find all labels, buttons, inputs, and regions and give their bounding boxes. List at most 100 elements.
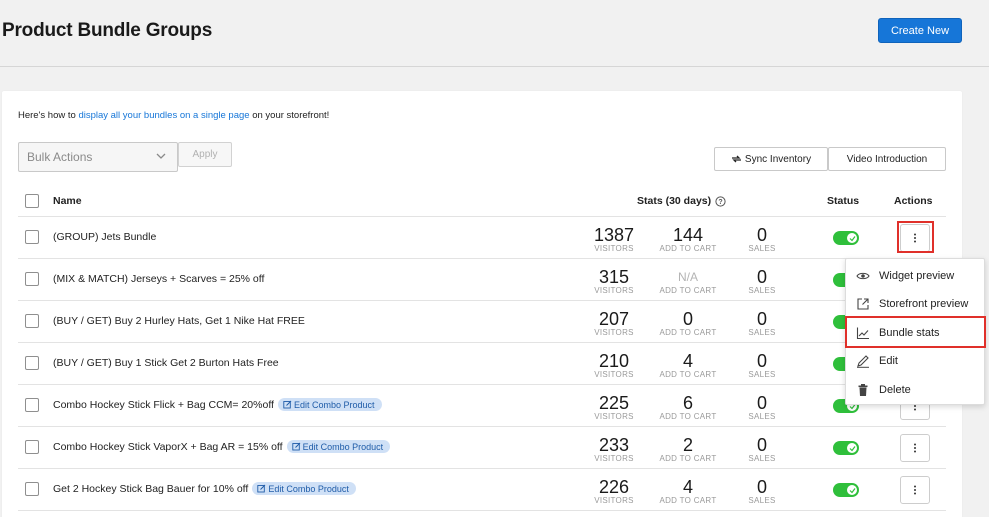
bulk-actions-value: Bulk Actions (27, 150, 93, 164)
menu-item-widget-preview[interactable]: Widget preview (846, 263, 986, 289)
row-checkbox[interactable] (25, 440, 39, 454)
row-checkbox[interactable] (25, 398, 39, 412)
check-icon (849, 445, 855, 451)
column-header-status: Status (827, 195, 860, 207)
row-name[interactable]: (MIX & MATCH) Jerseys + Scarves = 25% of… (53, 273, 264, 285)
add-to-cart-label: ADD TO CART (659, 370, 717, 379)
row-divider (18, 426, 946, 427)
row-checkbox[interactable] (25, 230, 39, 244)
row-divider (18, 342, 946, 343)
intro-after: on your storefront! (249, 110, 330, 121)
menu-item-storefront-preview[interactable]: Storefront preview (846, 291, 986, 317)
sales-label: SALES (748, 286, 776, 295)
visitors-label: VISITORS (594, 328, 634, 337)
bundles-card: Here's how to display all your bundles o… (2, 91, 962, 517)
row-name[interactable]: Get 2 Hockey Stick Bag Bauer for 10% off… (53, 482, 356, 495)
edit-combo-product-badge[interactable]: Edit Combo Product (252, 482, 356, 495)
stat-visitors: 210 VISITORS (592, 352, 636, 379)
sync-inventory-button[interactable]: Sync Inventory (714, 147, 828, 171)
apply-button[interactable]: Apply (178, 142, 232, 167)
stat-visitors: 1387 VISITORS (592, 226, 636, 253)
status-toggle[interactable] (833, 441, 859, 455)
menu-item-delete[interactable]: Delete (846, 377, 986, 403)
sales-label: SALES (748, 370, 776, 379)
add-to-cart-value: 4 (682, 351, 693, 371)
stat-add-to-cart: 144 ADD TO CART (654, 226, 722, 253)
status-toggle[interactable] (833, 231, 859, 245)
check-icon (849, 235, 855, 241)
row-checkbox[interactable] (25, 272, 39, 286)
sales-label: SALES (748, 454, 776, 463)
select-all-checkbox[interactable] (25, 194, 39, 208)
stat-add-to-cart: 6 ADD TO CART (654, 394, 722, 421)
header-divider (0, 66, 989, 67)
edit-square-icon (257, 484, 266, 493)
row-checkbox[interactable] (25, 314, 39, 328)
row-divider (18, 258, 946, 259)
trash-icon (858, 384, 868, 396)
stat-visitors: 315 VISITORS (592, 268, 636, 295)
bulk-actions-select[interactable]: Bulk Actions (18, 142, 178, 172)
sales-label: SALES (748, 244, 776, 253)
menu-item-edit[interactable]: Edit (846, 348, 986, 374)
actions-button-highlight (897, 221, 934, 253)
help-circle-icon[interactable]: ? (715, 195, 726, 207)
stat-visitors: 226 VISITORS (592, 478, 636, 505)
actions-menu-button[interactable] (900, 476, 930, 504)
edit-combo-product-badge[interactable]: Edit Combo Product (286, 440, 391, 453)
row-name-label: Get 2 Hockey Stick Bag Bauer for 10% off (53, 482, 249, 495)
add-to-cart-value: N/A (677, 270, 698, 284)
row-name-label: (GROUP) Jets Bundle (53, 231, 157, 243)
page-title: Product Bundle Groups (2, 20, 213, 41)
row-checkbox[interactable] (25, 356, 39, 370)
status-toggle[interactable] (833, 483, 859, 497)
pencil-icon (857, 355, 869, 368)
external-link-icon (857, 298, 869, 310)
row-name-label: Combo Hockey Stick VaporX + Bag AR = 15%… (53, 440, 283, 453)
add-to-cart-label: ADD TO CART (659, 496, 717, 505)
visitors-value: 226 (598, 477, 630, 497)
add-to-cart-label: ADD TO CART (659, 286, 717, 295)
video-introduction-button[interactable]: Video Introduction (828, 147, 946, 171)
row-name[interactable]: Combo Hockey Stick Flick + Bag CCM= 20%o… (53, 398, 382, 411)
create-new-button[interactable]: Create New (878, 18, 962, 43)
column-header-name: Name (53, 195, 82, 207)
toggle-knob (847, 485, 857, 495)
row-divider (18, 468, 946, 469)
display-bundles-link[interactable]: display all your bundles on a single pag… (78, 110, 249, 121)
visitors-label: VISITORS (594, 370, 634, 379)
add-to-cart-label: ADD TO CART (659, 328, 717, 337)
add-to-cart-value: 4 (682, 477, 693, 497)
column-header-stats: Stats (30 days) ? (637, 195, 726, 207)
sales-label: SALES (748, 412, 776, 421)
visitors-value: 315 (598, 267, 630, 287)
row-name[interactable]: (BUY / GET) Buy 2 Hurley Hats, Get 1 Nik… (53, 315, 305, 327)
stat-sales: 0 SALES (744, 352, 780, 379)
row-name[interactable]: (BUY / GET) Buy 1 Stick Get 2 Burton Hat… (53, 357, 279, 369)
sales-label: SALES (748, 496, 776, 505)
add-to-cart-value: 0 (682, 309, 693, 329)
stat-visitors: 225 VISITORS (592, 394, 636, 421)
add-to-cart-value: 2 (682, 435, 693, 455)
sales-value: 0 (756, 225, 767, 245)
stat-visitors: 207 VISITORS (592, 310, 636, 337)
edit-combo-product-label: Edit Combo Product (268, 483, 349, 494)
actions-menu-button[interactable] (900, 434, 930, 462)
check-icon (849, 487, 855, 493)
row-name[interactable]: (GROUP) Jets Bundle (53, 231, 156, 243)
edit-combo-product-badge[interactable]: Edit Combo Product (277, 398, 382, 411)
sync-inventory-label: Sync Inventory (744, 153, 812, 165)
visitors-label: VISITORS (594, 286, 634, 295)
more-vertical-icon (914, 485, 916, 495)
menu-item-label: Widget preview (879, 270, 955, 282)
menu-item-label: Edit (879, 355, 898, 367)
sales-value: 0 (756, 267, 767, 287)
chevron-down-icon (156, 153, 166, 159)
visitors-label: VISITORS (594, 454, 634, 463)
bundle-stats-highlight (845, 316, 986, 348)
row-name[interactable]: Combo Hockey Stick VaporX + Bag AR = 15%… (53, 440, 391, 453)
intro-before: Here's how to (18, 110, 79, 121)
stat-sales: 0 SALES (744, 436, 780, 463)
visitors-value: 233 (598, 435, 630, 455)
row-checkbox[interactable] (25, 482, 39, 496)
